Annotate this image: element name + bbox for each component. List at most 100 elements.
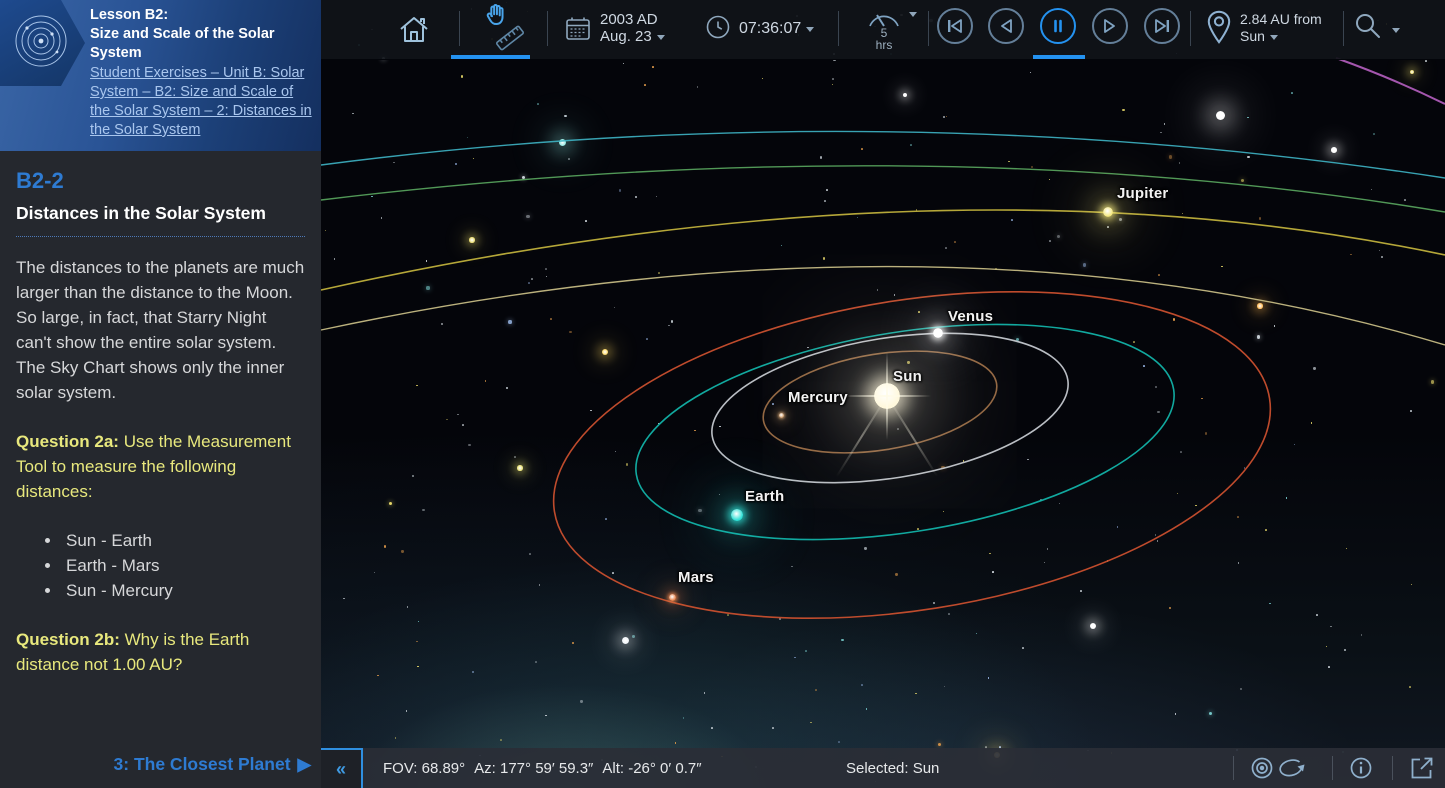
time-step-control[interactable]: 5 hrs <box>862 6 906 51</box>
lesson-intro-text: The distances to the planets are much la… <box>16 255 305 405</box>
starry-night-app: Sun Mercury Venus Earth Mars Jupiter 2003 AD … <box>0 0 1445 788</box>
planet-venus[interactable] <box>933 328 943 338</box>
orbit-mars <box>530 245 1294 664</box>
outer-orbit-arc <box>1336 58 1445 104</box>
measurement-item: Earth - Mars <box>62 553 305 578</box>
date-day: Aug. 23 <box>600 28 652 45</box>
skip-to-start-button[interactable] <box>937 8 973 44</box>
planet-label-mercury: Mercury <box>788 389 848 406</box>
toolbar-divider <box>1190 11 1191 46</box>
view-readout: FOV: 68.89° Az: 177° 59′ 59.3″ Alt: -26°… <box>383 748 702 788</box>
lesson-code: B2-2 <box>16 168 305 194</box>
play-button[interactable] <box>1092 8 1128 44</box>
planet-label-venus: Venus <box>948 308 993 325</box>
center-target-button[interactable] <box>1249 755 1275 785</box>
status-bar: « FOV: 68.89° Az: 177° 59′ 59.3″ Alt: -2… <box>321 748 1445 788</box>
dropdown-arrow-icon <box>657 35 665 40</box>
toolbar-divider <box>928 11 929 46</box>
selected-object-readout: Selected: Sun <box>846 748 939 788</box>
statusbar-divider <box>1392 756 1393 780</box>
next-lesson-link[interactable]: 3: The Closest Planet ▶ <box>114 754 311 775</box>
open-external-button[interactable] <box>1408 755 1435 786</box>
home-icon <box>396 12 432 48</box>
statusbar-divider <box>1233 756 1234 780</box>
measurement-item: Sun - Mercury <box>62 578 305 603</box>
search-icon <box>1352 10 1384 42</box>
next-lesson-label: 3: The Closest Planet <box>114 754 291 774</box>
planet-mars[interactable] <box>669 594 676 601</box>
planet-jupiter[interactable] <box>1103 207 1113 217</box>
next-arrow-icon: ▶ <box>298 754 311 774</box>
az-readout: Az: 177° 59′ 59.3″ <box>474 760 593 777</box>
measurement-item: Sun - Earth <box>62 528 305 553</box>
time-value: 07:36:07 <box>739 20 801 37</box>
info-button[interactable] <box>1348 755 1374 785</box>
question-2a-label: Question 2a: <box>16 432 119 451</box>
main-toolbar: 2003 AD Aug. 23 07:36:07 5 hrs <box>321 0 1445 60</box>
orbit-earth <box>621 291 1190 574</box>
toolbar-divider <box>459 11 460 46</box>
measurement-tool-button[interactable] <box>493 22 527 54</box>
calendar-icon <box>564 15 592 43</box>
ruler-icon <box>493 22 527 54</box>
selected-tool-indicator <box>451 55 530 59</box>
step-back-icon <box>1002 20 1011 32</box>
outer-orbit-arc <box>321 166 1445 212</box>
outer-orbit-arc <box>321 210 1445 290</box>
date-control[interactable]: 2003 AD Aug. 23 <box>600 11 665 45</box>
lesson-header: Lesson B2: Size and Scale of the Solar S… <box>0 0 321 151</box>
lesson-kicker: Lesson B2: <box>90 6 315 25</box>
location-pin-icon <box>1204 10 1234 46</box>
open-external-icon <box>1408 755 1435 782</box>
question-2b: Question 2b: Why is the Earth distance n… <box>16 627 305 677</box>
planet-earth[interactable] <box>731 509 743 521</box>
question-2b-label: Question 2b: <box>16 630 120 649</box>
date-year: 2003 AD <box>600 11 665 28</box>
time-control[interactable]: 07:36:07 <box>739 20 814 38</box>
breadcrumb[interactable]: Student Exercises – Unit B: Solar System… <box>90 64 315 140</box>
pause-icon <box>1056 21 1061 31</box>
toolbar-divider <box>1343 11 1344 46</box>
planet-label-mars: Mars <box>678 569 714 586</box>
collapse-glyph: « <box>336 759 346 780</box>
home-button[interactable] <box>396 12 432 48</box>
planet-label-sun: Sun <box>893 368 922 385</box>
dropdown-arrow-icon <box>909 12 917 17</box>
outer-orbit-arc <box>321 267 1445 345</box>
search-button[interactable] <box>1352 10 1384 42</box>
dropdown-arrow-icon <box>806 27 814 32</box>
active-playback-indicator <box>1033 55 1085 59</box>
measurement-list: Sun - EarthEarth - MarsSun - Mercury <box>16 528 305 603</box>
orbit-view-button[interactable] <box>1277 755 1307 785</box>
planet-mercury[interactable] <box>779 413 784 418</box>
info-icon <box>1348 755 1374 781</box>
lesson-logo <box>0 0 86 86</box>
target-icon <box>1249 755 1275 781</box>
lesson-content: B2-2 Distances in the Solar System The d… <box>0 151 321 788</box>
location-origin: Sun <box>1240 28 1265 44</box>
collapse-panel-button[interactable]: « <box>321 748 363 788</box>
skip-start-icon <box>952 20 961 32</box>
lesson-name: Size and Scale of the Solar System <box>90 25 315 63</box>
fov-readout: FOV: 68.89° <box>383 760 465 777</box>
location-distance: 2.84 AU from <box>1240 11 1322 28</box>
time-step-unit: hrs <box>862 39 906 51</box>
dropdown-arrow-icon <box>1392 28 1400 33</box>
step-back-button[interactable] <box>988 8 1024 44</box>
viewing-location-control[interactable]: 2.84 AU from Sun <box>1240 11 1322 45</box>
lesson-panel: Lesson B2: Size and Scale of the Solar S… <box>0 0 321 788</box>
time-step-gauge-icon <box>866 6 902 28</box>
skip-to-end-button[interactable] <box>1144 8 1180 44</box>
alt-readout: Alt: -26° 0′ 0.7″ <box>602 760 701 777</box>
planet-label-earth: Earth <box>745 488 784 505</box>
toolbar-divider <box>547 11 548 46</box>
dropdown-arrow-icon <box>1270 35 1278 40</box>
selected-label: Selected: Sun <box>846 760 939 777</box>
planet-label-jupiter: Jupiter <box>1117 185 1168 202</box>
toolbar-divider <box>838 11 839 46</box>
pause-button[interactable] <box>1040 8 1076 44</box>
solar-system-logo-icon <box>7 11 79 75</box>
clock-icon <box>705 14 731 40</box>
play-icon <box>1105 20 1114 32</box>
question-2a: Question 2a: Use the Measurement Tool to… <box>16 429 305 504</box>
